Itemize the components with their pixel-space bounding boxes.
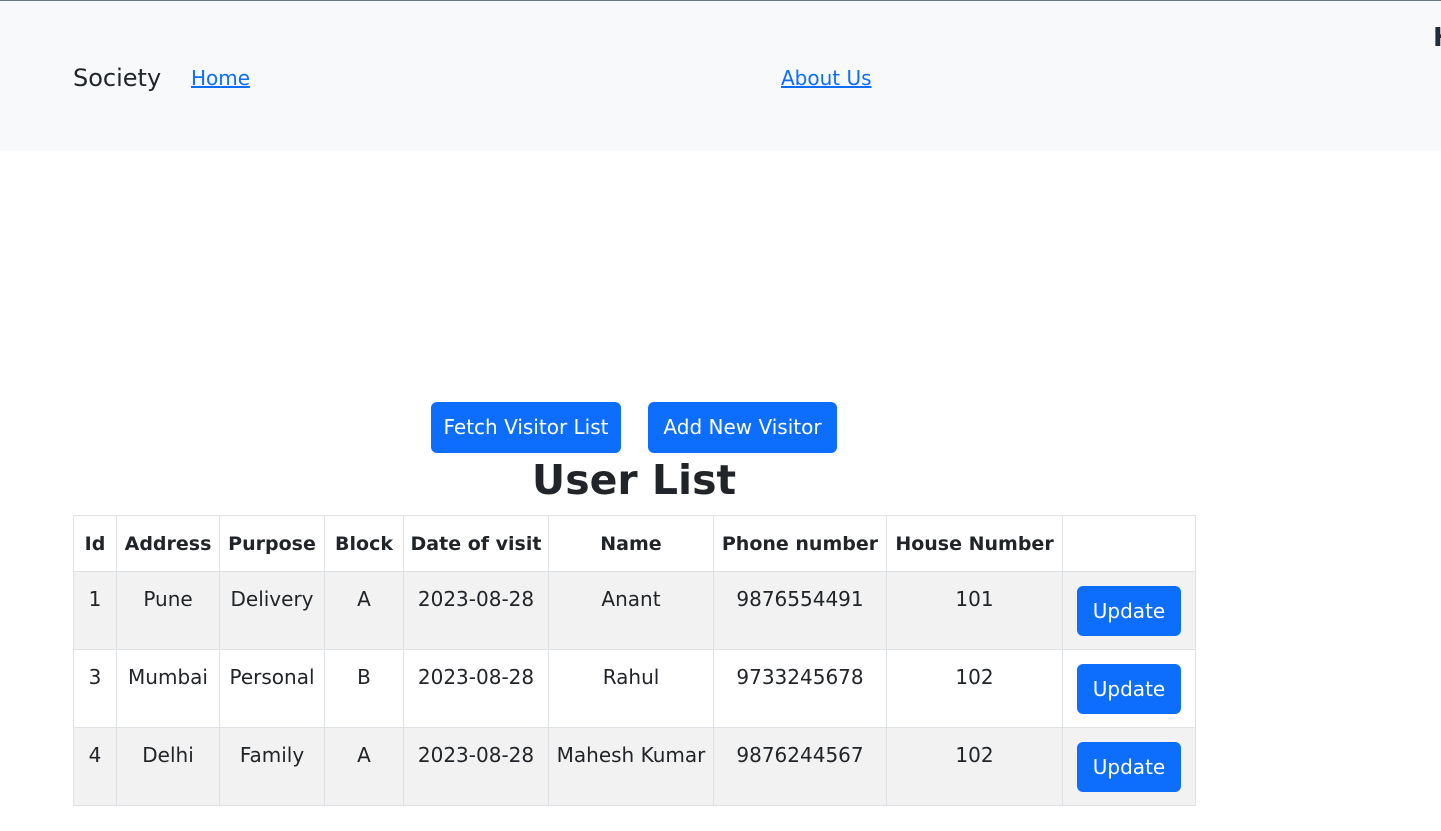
cell-phone-number: 9876244567 (713, 727, 887, 806)
navbar-clipped-text: H (1433, 23, 1441, 53)
column-header-address: Address (116, 515, 220, 572)
table-row: 3 Mumbai Personal B 2023-08-28 Rahul 973… (73, 649, 1196, 728)
cell-address: Pune (116, 571, 220, 650)
column-header-house-number: House Number (886, 515, 1063, 572)
cell-name: Anant (548, 571, 714, 650)
cell-id: 4 (73, 727, 117, 806)
table-header: Id Address Purpose Block Date of visit N… (73, 515, 1196, 572)
cell-name: Mahesh Kumar (548, 727, 714, 806)
column-header-purpose: Purpose (219, 515, 325, 572)
column-header-name: Name (548, 515, 714, 572)
cell-actions: Update (1062, 649, 1196, 728)
table-body: 1 Pune Delivery A 2023-08-28 Anant 98765… (73, 571, 1196, 806)
cell-phone-number: 9876554491 (713, 571, 887, 650)
cell-phone-number: 9733245678 (713, 649, 887, 728)
navbar: Society Home About Us H (0, 1, 1441, 151)
cell-house-number: 101 (886, 571, 1063, 650)
nav-link-about-us[interactable]: About Us (781, 65, 872, 91)
table-row: 1 Pune Delivery A 2023-08-28 Anant 98765… (73, 571, 1196, 650)
cell-block: B (324, 649, 404, 728)
cell-purpose: Family (219, 727, 325, 806)
page-title: User List (531, 456, 737, 504)
cell-date-of-visit: 2023-08-28 (403, 571, 549, 650)
update-button[interactable]: Update (1077, 742, 1181, 792)
column-header-actions (1062, 515, 1196, 572)
column-header-id: Id (73, 515, 117, 572)
update-button[interactable]: Update (1077, 586, 1181, 636)
table-row: 4 Delhi Family A 2023-08-28 Mahesh Kumar… (73, 727, 1196, 806)
fetch-visitor-list-button[interactable]: Fetch Visitor List (431, 402, 621, 453)
add-new-visitor-button[interactable]: Add New Visitor (648, 402, 837, 453)
cell-purpose: Delivery (219, 571, 325, 650)
navbar-brand[interactable]: Society (73, 63, 161, 93)
cell-address: Delhi (116, 727, 220, 806)
cell-block: A (324, 727, 404, 806)
cell-id: 3 (73, 649, 117, 728)
table-header-row: Id Address Purpose Block Date of visit N… (73, 515, 1196, 572)
column-header-date-of-visit: Date of visit (403, 515, 549, 572)
cell-name: Rahul (548, 649, 714, 728)
cell-block: A (324, 571, 404, 650)
cell-purpose: Personal (219, 649, 325, 728)
cell-date-of-visit: 2023-08-28 (403, 649, 549, 728)
cell-house-number: 102 (886, 649, 1063, 728)
update-button[interactable]: Update (1077, 664, 1181, 714)
column-header-phone-number: Phone number (713, 515, 887, 572)
cell-date-of-visit: 2023-08-28 (403, 727, 549, 806)
cell-address: Mumbai (116, 649, 220, 728)
visitor-table: Id Address Purpose Block Date of visit N… (73, 515, 1196, 806)
cell-id: 1 (73, 571, 117, 650)
column-header-block: Block (324, 515, 404, 572)
nav-link-home[interactable]: Home (191, 65, 250, 91)
cell-actions: Update (1062, 727, 1196, 806)
cell-actions: Update (1062, 571, 1196, 650)
cell-house-number: 102 (886, 727, 1063, 806)
